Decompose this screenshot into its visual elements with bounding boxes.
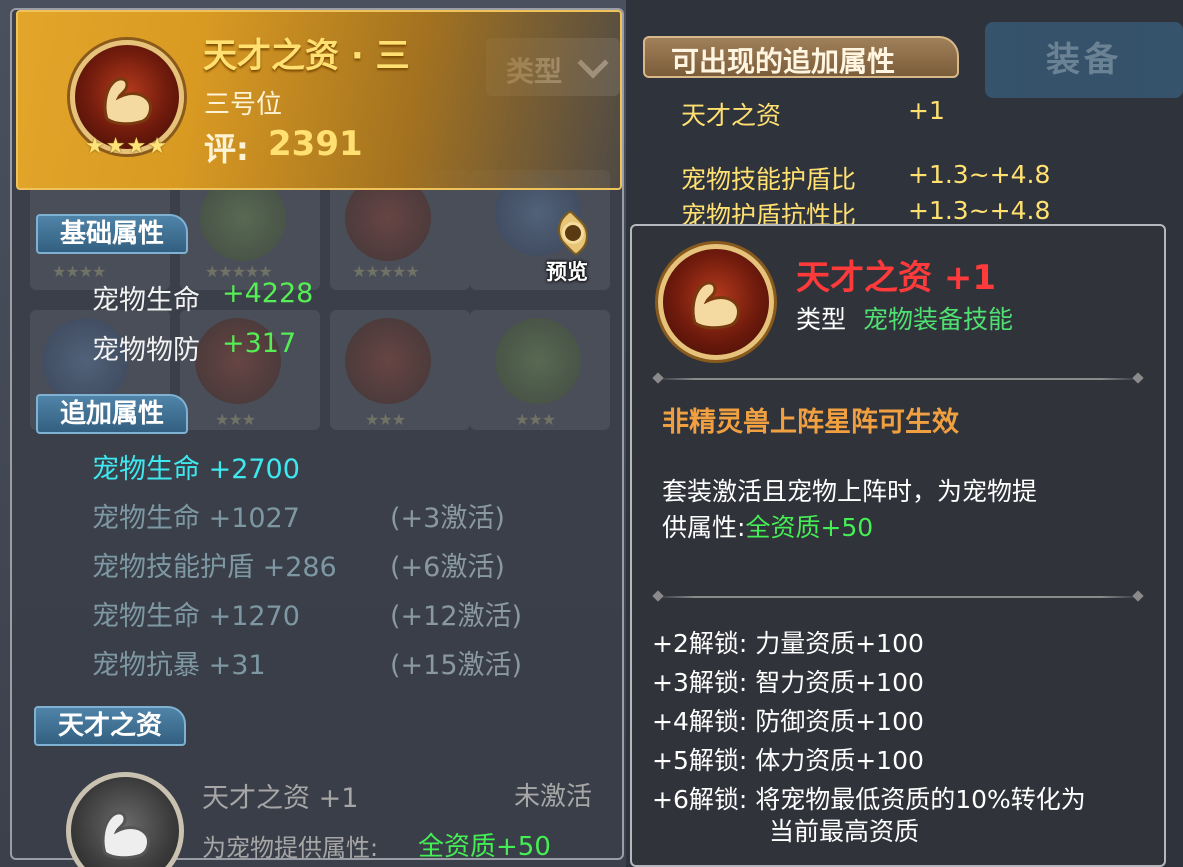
tooltip-skill-icon <box>658 244 774 360</box>
add-attr-row: 宠物生命 +1027 <box>92 503 300 534</box>
score-label: 评: <box>204 130 249 168</box>
section-additional-attributes: 追加属性 <box>36 394 189 434</box>
add-attr-condition: (+3激活) <box>390 503 505 534</box>
possible-attr-value: +1.3~+4.8 <box>908 196 1051 225</box>
pet-stars: ★★★★★ <box>352 262 420 281</box>
tooltip-desc-prefix: 供属性: <box>662 513 746 542</box>
tooltip-type-label: 类型 <box>796 305 847 334</box>
possible-attr-value: +1.3~+4.8 <box>908 160 1051 189</box>
unlock-row: +5解锁: 体力资质+100 <box>652 746 924 775</box>
talent-status: 未激活 <box>514 782 593 812</box>
add-attr-row: 宠物生命 +1270 <box>92 601 300 632</box>
flexed-arm-icon <box>101 811 150 860</box>
item-slot-position: 三号位 <box>204 90 283 120</box>
unlock-row: +3解锁: 智力资质+100 <box>652 668 924 697</box>
tooltip-title: 天才之资 +1 <box>796 258 996 298</box>
possible-attr-value: +1 <box>908 96 945 125</box>
add-attr-condition: (+6激活) <box>390 552 505 583</box>
talent-skill-name: 天才之资 +1 <box>202 783 359 814</box>
section-base-attributes: 基础属性 <box>36 214 189 254</box>
possible-attr-name: 天才之资 <box>681 101 782 130</box>
item-title: 天才之资 · 三 <box>203 36 410 76</box>
tooltip-desc-line: 套装激活且宠物上阵时，为宠物提 <box>662 477 1038 506</box>
flexed-arm-icon <box>691 281 740 330</box>
pet-stars: ★★★ <box>365 410 406 429</box>
possible-attributes-header: 可出现的追加属性 <box>643 36 959 78</box>
talent-desc-value: 全资质+50 <box>418 832 551 862</box>
unlock-row: +4解锁: 防御资质+100 <box>652 707 924 736</box>
possible-attr-name: 宠物技能护盾比 <box>681 165 857 194</box>
pet-stars: ★★★ <box>215 410 256 429</box>
tooltip-desc-value: 全资质+50 <box>745 513 874 542</box>
equip-button[interactable]: 装备 <box>985 22 1183 98</box>
add-attr-row: 宠物抗暴 +31 <box>92 650 266 681</box>
tooltip-description: 套装激活且宠物上阵时，为宠物提 供属性:全资质+50 <box>662 474 1132 546</box>
tooltip-divider <box>656 596 1140 598</box>
tooltip-divider <box>656 378 1140 380</box>
unlock-row: +2解锁: 力量资质+100 <box>652 629 924 658</box>
talent-desc-prefix: 为宠物提供属性: <box>202 834 379 862</box>
unlock-row-continuation: 当前最高资质 <box>769 817 920 846</box>
eye-pupil <box>562 222 584 244</box>
pet-orb-icon <box>495 318 581 404</box>
pet-stars: ★★★ <box>515 410 556 429</box>
flexed-arm-icon <box>103 77 152 126</box>
section-talent: 天才之资 <box>34 706 187 746</box>
score-value: 2391 <box>268 124 363 164</box>
add-attr-condition: (+15激活) <box>390 650 523 681</box>
unlock-row: +6解锁: 将宠物最低资质的10%转化为 <box>652 785 1086 814</box>
base-attr-name: 宠物生命 <box>92 285 200 316</box>
base-attr-name: 宠物物防 <box>92 335 200 366</box>
base-attr-value: +317 <box>222 328 297 359</box>
preview-button[interactable]: 预览 <box>544 209 602 284</box>
base-attr-value: +4228 <box>222 278 314 309</box>
item-star-rating: ★ ★ ★ ★ <box>85 134 167 159</box>
add-attr-condition: (+12激活) <box>390 601 523 632</box>
tooltip-condition: 非精灵兽上阵星阵可生效 <box>662 407 959 438</box>
tooltip-type-value: 宠物装备技能 <box>863 305 1014 334</box>
add-attr-row: 宠物生命 +2700 <box>92 454 300 485</box>
equip-button-label: 装备 <box>1046 40 1122 80</box>
possible-attributes-title: 可出现的追加属性 <box>671 45 896 78</box>
add-attr-row: 宠物技能护盾 +286 <box>92 552 337 583</box>
pet-orb-icon <box>345 318 431 404</box>
preview-label: 预览 <box>546 260 588 284</box>
